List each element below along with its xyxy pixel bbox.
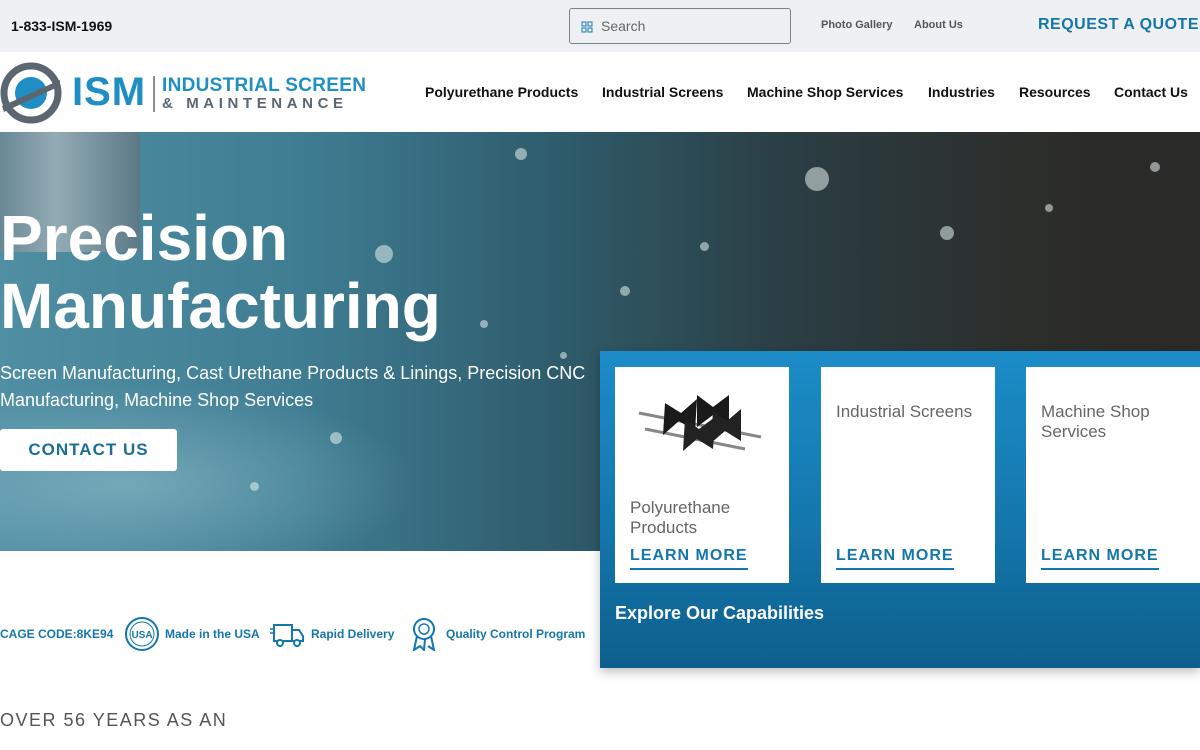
usa-seal-icon: USA xyxy=(125,617,159,651)
explore-capabilities-heading: Explore Our Capabilities xyxy=(615,603,825,623)
quality-control-text: Quality Control Program xyxy=(446,627,586,641)
capability-card-machine-shop[interactable]: Machine Shop Services LEARN MORE xyxy=(1026,367,1200,583)
hero-title: Precision Manufacturing xyxy=(0,202,441,342)
cage-code-text: CAGE CODE:8KE94 xyxy=(0,627,114,641)
site-header: ISM INDUSTRIAL SCREEN & MAINTENANCE Poly… xyxy=(0,52,1200,132)
site-logo[interactable]: ISM INDUSTRIAL SCREEN & MAINTENANCE xyxy=(0,60,366,124)
hero-droplet xyxy=(940,226,954,240)
svg-text:USA: USA xyxy=(131,630,152,641)
capability-card-polyurethane[interactable]: Polyurethane Products LEARN MORE xyxy=(615,367,789,583)
logo-line1: INDUSTRIAL SCREEN xyxy=(162,75,367,96)
learn-more-link[interactable]: LEARN MORE xyxy=(1041,547,1159,570)
about-us-link[interactable]: About Us xyxy=(914,19,963,31)
made-in-usa-badge: USA Made in the USA xyxy=(124,617,264,651)
learn-more-link[interactable]: LEARN MORE xyxy=(836,547,954,570)
capability-card-industrial-screens[interactable]: Industrial Screens LEARN MORE xyxy=(821,367,995,583)
nav-industrial-screens[interactable]: Industrial Screens xyxy=(602,84,723,100)
intro-heading-cropped xyxy=(0,740,1200,750)
hero-droplet xyxy=(805,167,829,191)
award-ribbon-icon xyxy=(412,618,436,651)
polyurethane-rollers-image xyxy=(638,395,762,451)
hero-droplet xyxy=(330,432,342,444)
utility-bar: 1-833-ISM-1969 Photo Gallery About Us RE… xyxy=(0,0,1200,52)
hero-droplet xyxy=(515,148,527,160)
card-title: Polyurethane Products xyxy=(630,498,731,537)
logo-divider xyxy=(153,76,155,112)
made-in-usa-text: Made in the USA xyxy=(165,627,260,641)
logo-line2: & MAINTENANCE xyxy=(162,95,348,112)
cage-code-badge: CAGE CODE:8KE94 xyxy=(0,617,118,651)
logo-ism-text: ISM xyxy=(72,70,147,114)
contact-us-button[interactable]: CONTACT US xyxy=(0,429,177,471)
nav-contact-us[interactable]: Contact Us xyxy=(1114,84,1188,100)
hero-droplet xyxy=(1150,162,1160,172)
intro-eyebrow: OVER 56 YEARS AS AN xyxy=(0,710,228,730)
phone-link[interactable]: 1-833-ISM-1969 xyxy=(11,18,112,34)
search-box[interactable] xyxy=(569,8,791,44)
hero-droplet xyxy=(560,352,567,359)
capabilities-panel: Polyurethane Products LEARN MORE Industr… xyxy=(600,351,1200,668)
hero-droplet xyxy=(250,482,259,491)
delivery-truck-icon xyxy=(270,624,304,647)
nav-machine-shop-services[interactable]: Machine Shop Services xyxy=(747,84,903,100)
hero-droplet xyxy=(620,286,630,296)
nav-industries[interactable]: Industries xyxy=(928,84,995,100)
nav-polyurethane-products[interactable]: Polyurethane Products xyxy=(425,84,578,100)
hero-subtitle: Screen Manufacturing, Cast Urethane Prod… xyxy=(0,363,586,410)
photo-gallery-link[interactable]: Photo Gallery xyxy=(821,19,893,31)
ism-swoosh-icon xyxy=(0,62,62,124)
hero-droplet xyxy=(1045,204,1053,212)
rapid-delivery-badge: Rapid Delivery xyxy=(270,617,400,651)
card-title: Machine Shop Services xyxy=(1041,402,1150,441)
search-input[interactable] xyxy=(601,10,786,42)
card-title: Industrial Screens xyxy=(836,402,973,421)
learn-more-link[interactable]: LEARN MORE xyxy=(630,547,748,570)
quality-control-badge: Quality Control Program xyxy=(406,617,591,651)
request-quote-link[interactable]: REQUEST A QUOTE xyxy=(1038,16,1199,34)
rapid-delivery-text: Rapid Delivery xyxy=(311,627,395,641)
search-icon xyxy=(581,21,593,33)
nav-resources[interactable]: Resources xyxy=(1019,84,1091,100)
hero-droplet xyxy=(700,242,709,251)
